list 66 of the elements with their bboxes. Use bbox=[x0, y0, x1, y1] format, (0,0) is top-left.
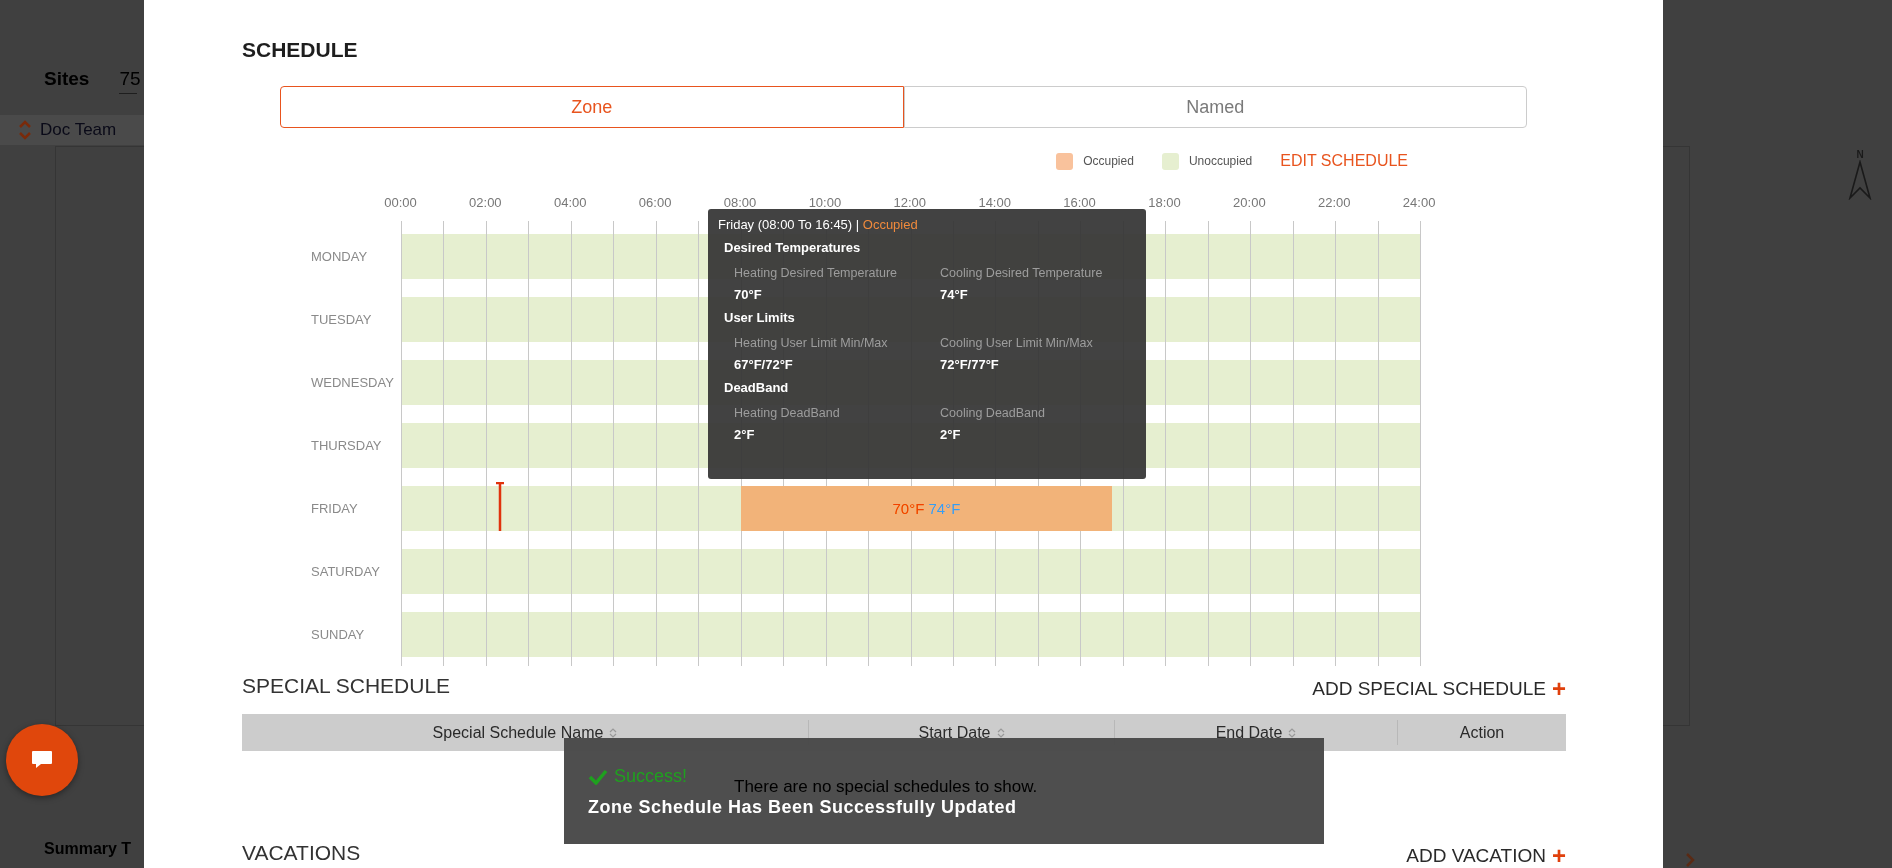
day-label: SATURDAY bbox=[311, 564, 381, 579]
chat-button[interactable] bbox=[6, 724, 78, 796]
time-label: 12:00 bbox=[892, 195, 928, 212]
toast-message: Zone Schedule Has Been Successfully Updated bbox=[588, 797, 1018, 818]
time-label: 00:00 bbox=[383, 195, 418, 212]
column-header[interactable]: End Date bbox=[1215, 723, 1283, 742]
tooltip-value: 74°F bbox=[940, 287, 968, 302]
tooltip-label: Heating User Limit Min/Max bbox=[734, 336, 888, 350]
site-row[interactable]: Doc Team bbox=[0, 115, 144, 145]
tooltip-label: Cooling User Limit Min/Max bbox=[940, 336, 1093, 350]
day-label: THURSDAY bbox=[311, 438, 383, 453]
time-label: 02:00 bbox=[468, 195, 503, 212]
tooltip-heading: Desired Temperatures bbox=[724, 240, 861, 255]
tooltip-value: 2°F bbox=[940, 427, 961, 442]
column-header[interactable]: Start Date bbox=[918, 723, 991, 742]
time-label: 10:00 bbox=[807, 195, 843, 212]
checkmark-icon bbox=[588, 768, 608, 785]
tooltip-label: Cooling Desired Temperature bbox=[940, 266, 1103, 280]
legend-label: Unoccupied bbox=[1188, 154, 1253, 168]
legend-label: Occupied bbox=[1083, 154, 1134, 168]
toast-status: Success! bbox=[614, 766, 688, 787]
edit-schedule-link[interactable]: EDIT SCHEDULE bbox=[1280, 152, 1408, 170]
time-label: 06:00 bbox=[637, 195, 673, 212]
time-label: 16:00 bbox=[1062, 195, 1097, 212]
section-title: Summary T bbox=[44, 840, 132, 858]
day-label: SUNDAY bbox=[311, 627, 366, 642]
time-label: 14:00 bbox=[977, 195, 1012, 212]
day-label: FRIDAY bbox=[311, 501, 359, 516]
tooltip-value: 70°F bbox=[734, 287, 762, 302]
sort-icon[interactable] bbox=[1288, 726, 1297, 739]
tooltip-value: 72°F/77°F bbox=[940, 357, 999, 372]
time-label: 22:00 bbox=[1316, 195, 1352, 212]
time-label: 18:00 bbox=[1147, 195, 1182, 212]
north-arrow-icon bbox=[1848, 160, 1872, 200]
tooltip-value: 67°F/72°F bbox=[734, 357, 793, 372]
tooltip-value: 2°F bbox=[734, 427, 755, 442]
tooltip-title: Friday (08:00 To 16:45) | Occupied bbox=[718, 217, 919, 232]
schedule-tab[interactable]: Zone bbox=[280, 86, 904, 128]
day-label: WEDNESDAY bbox=[311, 375, 395, 390]
tooltip-heading: User Limits bbox=[724, 310, 795, 325]
time-label: 08:00 bbox=[722, 195, 758, 212]
time-label: 20:00 bbox=[1232, 195, 1267, 212]
sites-label: Sites bbox=[44, 68, 90, 90]
section-title: SCHEDULE bbox=[242, 37, 359, 63]
add-vacation-link[interactable]: ADD VACATION + bbox=[1406, 845, 1566, 867]
sort-icon bbox=[18, 119, 32, 141]
chat-bubble-icon bbox=[31, 750, 53, 770]
time-label: 04:00 bbox=[552, 195, 588, 212]
column-header[interactable]: Special Schedule Name bbox=[432, 723, 604, 742]
add-special-schedule-link[interactable]: ADD SPECIAL SCHEDULE + bbox=[1312, 678, 1566, 700]
schedule-tab[interactable]: Named bbox=[903, 86, 1527, 128]
tooltip-label: Cooling DeadBand bbox=[940, 406, 1045, 420]
section-title: SPECIAL SCHEDULE bbox=[242, 673, 451, 699]
empty-table-message: There are no special schedules to show. bbox=[734, 777, 1038, 797]
day-label: MONDAY bbox=[311, 249, 369, 264]
site-name: Doc Team bbox=[40, 120, 117, 140]
sort-icon[interactable] bbox=[996, 726, 1005, 739]
tooltip-heading: DeadBand bbox=[724, 380, 789, 395]
section-title: VACATIONS bbox=[242, 840, 361, 866]
tooltip-label: Heating Desired Temperature bbox=[734, 266, 898, 280]
day-label: TUESDAY bbox=[311, 312, 373, 327]
tooltip-label: Heating DeadBand bbox=[734, 406, 840, 420]
block-temperatures: 70°F 74°F bbox=[892, 500, 961, 517]
column-header: Action bbox=[1459, 723, 1505, 742]
sort-icon[interactable] bbox=[609, 726, 618, 739]
time-label: 24:00 bbox=[1401, 195, 1437, 212]
